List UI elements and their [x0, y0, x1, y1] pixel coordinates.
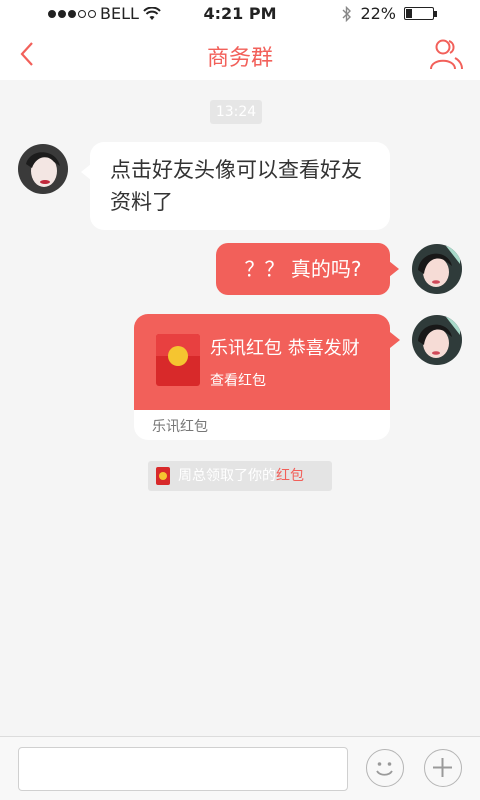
- emoji-button[interactable]: [366, 749, 404, 787]
- input-bar: [0, 736, 480, 800]
- plus-icon: [433, 758, 452, 777]
- timestamp: 13:24: [210, 100, 262, 124]
- red-packet-header: 乐讯红包 恭喜发财 查看红包: [134, 314, 390, 410]
- red-packet-card[interactable]: 乐讯红包 恭喜发财 查看红包 乐讯红包: [134, 314, 390, 440]
- red-packet-tail: [390, 332, 400, 348]
- group-members-button[interactable]: [428, 36, 464, 72]
- message-input[interactable]: [18, 747, 348, 791]
- notice-link[interactable]: 红包: [276, 468, 304, 484]
- red-packet-notice: 周总领取了你的红包: [148, 461, 332, 491]
- battery-percent: 22%: [360, 4, 396, 23]
- message-bubble-right[interactable]: ？？ 真的吗?: [216, 243, 399, 295]
- status-right: 22%: [342, 4, 437, 23]
- page-title: 商务群: [206, 46, 273, 71]
- red-packet-title: 乐讯红包 恭喜发财: [210, 338, 360, 359]
- red-packet-action: 查看红包: [210, 373, 266, 389]
- my-avatar-image: [412, 315, 462, 365]
- status-bar: BELL 4:21 PM 22%: [0, 0, 480, 28]
- more-button[interactable]: [424, 749, 462, 787]
- friend-avatar-image: [18, 144, 68, 194]
- group-members-icon: [430, 39, 463, 70]
- red-envelope-icon: [156, 334, 200, 386]
- chat-area[interactable]: 13:24 点击好友头像可以查看好友资料了 ？？ 真的吗? 乐讯红包 恭喜发财 …: [0, 80, 480, 736]
- coin-icon: [168, 346, 188, 366]
- bluetooth-icon: [342, 5, 352, 22]
- message-bubble-left[interactable]: 点击好友头像可以查看好友资料了: [81, 142, 390, 230]
- my-avatar[interactable]: [412, 315, 462, 365]
- my-avatar-image: [412, 244, 462, 294]
- red-envelope-icon: [156, 467, 170, 485]
- battery-icon: [404, 7, 437, 20]
- friend-avatar[interactable]: [18, 144, 68, 194]
- my-avatar[interactable]: [412, 244, 462, 294]
- nav-bar: 商务群: [0, 28, 480, 80]
- red-packet-footer: 乐讯红包: [152, 419, 208, 435]
- smiley-icon: [376, 762, 393, 776]
- battery-fill: [406, 9, 413, 18]
- notice-text: 周总领取了你的: [178, 468, 276, 484]
